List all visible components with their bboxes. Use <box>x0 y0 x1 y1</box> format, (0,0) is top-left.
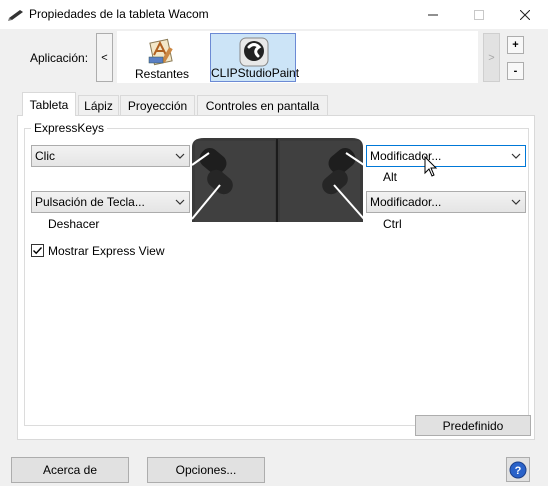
chevron-down-icon <box>175 153 185 159</box>
maximize-button[interactable] <box>456 0 502 29</box>
maximize-icon <box>474 9 484 20</box>
expresskey-right-top-assignment: Alt <box>383 170 398 184</box>
checkmark-icon <box>33 247 43 255</box>
close-button[interactable] <box>502 0 548 29</box>
help-icon: ? <box>509 461 527 478</box>
svg-text:?: ? <box>515 465 522 477</box>
help-button[interactable]: ? <box>506 457 530 482</box>
app-scroll-left-button[interactable]: < <box>96 33 113 82</box>
add-application-button[interactable]: + <box>507 36 524 54</box>
applications-icon <box>148 38 173 66</box>
chevron-down-icon <box>511 153 521 159</box>
clip-studio-paint-icon <box>239 37 269 67</box>
minimize-icon <box>428 14 438 15</box>
expresskey-right-top-select[interactable]: Modificador... <box>366 145 526 167</box>
minimize-button[interactable] <box>410 0 456 29</box>
application-label: Aplicación: <box>30 51 89 65</box>
tablet-expresskeys-illustration <box>192 138 364 222</box>
app-item-restantes[interactable]: Restantes <box>119 33 205 82</box>
chevron-down-icon <box>511 199 521 205</box>
wacom-pen-icon <box>8 10 23 21</box>
title-bar: Propiedades de la tableta Wacom <box>0 0 548 29</box>
show-express-view-checkbox[interactable] <box>31 244 44 257</box>
expresskey-left-bottom-select[interactable]: Pulsación de Tecla... <box>31 191 190 213</box>
chevron-down-icon <box>175 199 185 205</box>
app-item-label: CLIPStudioPaint <box>211 66 300 80</box>
about-button[interactable]: Acerca de <box>11 457 129 483</box>
default-button[interactable]: Predefinido <box>415 415 531 436</box>
expresskey-left-top-select[interactable]: Clic <box>31 145 190 167</box>
expresskey-left-bottom-assignment: Deshacer <box>48 217 100 231</box>
select-value: Clic <box>35 149 55 163</box>
tab-controles-en-pantalla[interactable]: Controles en pantalla <box>197 95 328 115</box>
show-express-view-label: Mostrar Express View <box>48 244 165 258</box>
expresskeys-title: ExpressKeys <box>31 121 108 135</box>
tab-lapiz[interactable]: Lápiz <box>78 95 119 115</box>
close-icon <box>520 9 530 20</box>
mouse-cursor-icon <box>424 156 438 177</box>
app-item-clipstudiopaint[interactable]: CLIPStudioPaint <box>210 33 300 82</box>
tab-proyeccion[interactable]: Proyección <box>120 95 195 115</box>
app-item-label: Restantes <box>134 67 190 81</box>
app-scroll-right-button[interactable]: > <box>483 33 500 82</box>
remove-application-button[interactable]: - <box>507 62 524 80</box>
window-title: Propiedades de la tableta Wacom <box>29 7 209 21</box>
expresskey-right-bottom-assignment: Ctrl <box>383 217 402 231</box>
expresskey-right-bottom-select[interactable]: Modificador... <box>366 191 526 213</box>
select-value: Modificador... <box>370 195 442 209</box>
options-button[interactable]: Opciones... <box>147 457 265 483</box>
select-value: Pulsación de Tecla... <box>35 195 145 209</box>
tab-tableta[interactable]: Tableta <box>22 92 76 116</box>
